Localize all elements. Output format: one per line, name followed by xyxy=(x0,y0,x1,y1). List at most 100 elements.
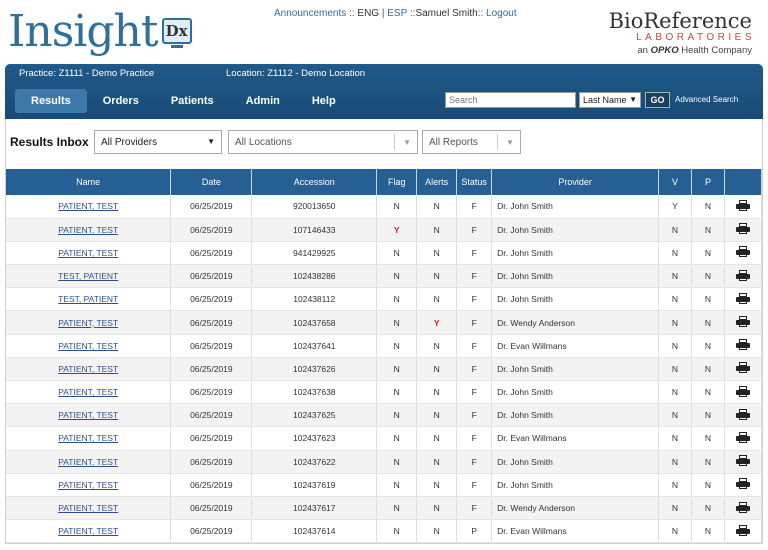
patient-link[interactable]: PATIENT, TEST xyxy=(58,480,118,490)
table-row[interactable]: PATIENT, TEST 06/25/2019 102437623 N N F Dr. E… xyxy=(6,426,763,451)
patient-link[interactable]: PATIENT, TEST xyxy=(58,201,118,211)
table-row[interactable]: PATIENT, TEST 06/25/2019 102437622 N N F Dr. J… xyxy=(6,450,763,474)
cell-alerts: N xyxy=(416,450,458,474)
printer-icon[interactable] xyxy=(735,524,750,536)
table-row[interactable]: PATIENT, TEST 06/25/2019 102437614 N N P Dr. E… xyxy=(6,519,763,544)
col-accession[interactable]: Accession xyxy=(251,169,378,195)
patient-link[interactable]: PATIENT, TEST xyxy=(58,387,118,397)
nav-results[interactable]: Results xyxy=(15,89,87,113)
printer-icon[interactable] xyxy=(735,246,750,258)
cell-p: N xyxy=(691,473,725,497)
patient-link[interactable]: PATIENT, TEST xyxy=(58,526,118,536)
printer-icon[interactable] xyxy=(735,292,750,304)
cell-status: F xyxy=(456,310,493,335)
col-status[interactable]: Status xyxy=(456,169,493,195)
printer-icon[interactable] xyxy=(735,362,750,374)
table-row[interactable]: PATIENT, TEST 06/25/2019 102437617 N N F Dr. W… xyxy=(6,496,763,521)
printer-icon[interactable] xyxy=(735,455,750,467)
col-provider[interactable]: Provider xyxy=(491,169,660,195)
table-row[interactable]: PATIENT, TEST 06/25/2019 920013650 N N F Dr. J… xyxy=(6,195,763,219)
cell-status: F xyxy=(456,473,493,497)
cell-status: P xyxy=(456,519,493,544)
patient-link[interactable]: PATIENT, TEST xyxy=(58,318,118,328)
locations-dropdown[interactable]: All Locations ▼ xyxy=(228,130,418,154)
table-row[interactable]: PATIENT, TEST 06/25/2019 102437619 N N F Dr. J… xyxy=(6,473,763,497)
printer-icon[interactable] xyxy=(735,501,750,513)
top-header: Insight Dx Announcements :: ENG | ESP ::… xyxy=(0,0,768,64)
table-row[interactable]: TEST, PATIENT 06/25/2019 102438286 N N F Dr. J… xyxy=(6,264,763,289)
cell-v: N xyxy=(658,357,692,382)
providers-dropdown[interactable]: All Providers ▼ xyxy=(94,130,222,154)
printer-icon[interactable] xyxy=(735,478,750,490)
patient-link[interactable]: PATIENT, TEST xyxy=(58,341,118,351)
logout-link[interactable]: Logout xyxy=(486,8,517,19)
inbox-filters: Results Inbox All Providers ▼ All Locati… xyxy=(6,119,762,169)
nav-help[interactable]: Help xyxy=(296,89,352,113)
reports-dropdown[interactable]: All Reports ▼ xyxy=(422,130,521,154)
cell-v: N xyxy=(658,380,692,405)
table-row[interactable]: PATIENT, TEST 06/25/2019 941429925 N N F Dr. J… xyxy=(6,241,763,266)
go-button[interactable]: GO xyxy=(645,92,670,108)
language-esp-link[interactable]: ESP xyxy=(387,8,407,19)
cell-flag: N xyxy=(376,450,418,474)
printer-icon[interactable] xyxy=(735,431,750,443)
search-input[interactable] xyxy=(445,92,576,108)
table-row[interactable]: PATIENT, TEST 06/25/2019 102437638 N N F Dr. J… xyxy=(6,380,763,405)
table-row[interactable]: PATIENT, TEST 06/25/2019 102437658 N Y F Dr. W… xyxy=(6,310,763,335)
table-row[interactable]: PATIENT, TEST 06/25/2019 102437641 N N F Dr. E… xyxy=(6,334,763,358)
patient-link[interactable]: PATIENT, TEST xyxy=(58,457,118,467)
separator: :: xyxy=(477,8,484,19)
language-eng[interactable]: ENG xyxy=(357,8,379,19)
advanced-search-link[interactable]: Advanced Search xyxy=(675,95,738,104)
brand-suffix: Health Company xyxy=(681,45,752,56)
col-p[interactable]: P xyxy=(691,169,725,195)
table-row[interactable]: PATIENT, TEST 06/25/2019 107146433 Y N F Dr. J… xyxy=(6,218,763,242)
cell-status: F xyxy=(456,426,493,451)
cell-accession: 102437626 xyxy=(251,357,378,382)
caret-down-icon: ▼ xyxy=(394,134,411,150)
patient-link[interactable]: PATIENT, TEST xyxy=(58,248,118,258)
nav-menu: Results Orders Patients Admin Help Last … xyxy=(5,83,763,119)
printer-icon[interactable] xyxy=(735,408,750,420)
patient-link[interactable]: PATIENT, TEST xyxy=(58,364,118,374)
cell-alerts: N xyxy=(416,287,458,312)
insight-logo[interactable]: Insight Dx xyxy=(8,6,192,58)
search-type-select[interactable]: Last Name ▼ xyxy=(579,92,641,108)
printer-icon[interactable] xyxy=(735,385,750,397)
patient-link[interactable]: PATIENT, TEST xyxy=(58,225,118,235)
cell-provider: Dr. John Smith xyxy=(491,380,660,405)
col-name[interactable]: Name xyxy=(6,169,172,195)
nav-patients[interactable]: Patients xyxy=(155,89,230,113)
cell-flag: Y xyxy=(376,218,418,242)
patient-link[interactable]: TEST, PATIENT xyxy=(58,294,118,304)
cell-accession: 102437638 xyxy=(251,380,378,405)
printer-icon[interactable] xyxy=(735,269,750,281)
patient-link[interactable]: TEST, PATIENT xyxy=(58,271,118,281)
cell-print xyxy=(724,264,763,289)
table-body: PATIENT, TEST 06/25/2019 920013650 N N F Dr. J… xyxy=(6,195,763,544)
nav-orders[interactable]: Orders xyxy=(87,89,155,113)
cell-print xyxy=(724,287,763,312)
table-row[interactable]: PATIENT, TEST 06/25/2019 102437625 N N F Dr. J… xyxy=(6,403,763,428)
cell-accession: 102437617 xyxy=(251,496,378,521)
printer-icon[interactable] xyxy=(735,223,750,235)
table-row[interactable]: TEST, PATIENT 06/25/2019 102438112 N N F Dr. J… xyxy=(6,287,763,312)
printer-icon[interactable] xyxy=(735,199,750,211)
caret-down-icon: ▼ xyxy=(629,95,637,104)
printer-icon[interactable] xyxy=(735,316,750,328)
table-row[interactable]: PATIENT, TEST 06/25/2019 102437626 N N F Dr. J… xyxy=(6,357,763,382)
cell-v: Y xyxy=(658,195,692,219)
announcements-link[interactable]: Announcements xyxy=(274,8,346,19)
nav-admin[interactable]: Admin xyxy=(230,89,296,113)
cell-print xyxy=(724,519,763,544)
patient-link[interactable]: PATIENT, TEST xyxy=(58,433,118,443)
cell-name: PATIENT, TEST xyxy=(6,334,172,358)
col-v[interactable]: V xyxy=(658,169,692,195)
patient-link[interactable]: PATIENT, TEST xyxy=(58,410,118,420)
col-date[interactable]: Date xyxy=(170,169,253,195)
col-alerts[interactable]: Alerts xyxy=(416,169,458,195)
patient-link[interactable]: PATIENT, TEST xyxy=(58,503,118,513)
col-flag[interactable]: Flag xyxy=(376,169,418,195)
cell-date: 06/25/2019 xyxy=(170,496,253,521)
printer-icon[interactable] xyxy=(735,339,750,351)
